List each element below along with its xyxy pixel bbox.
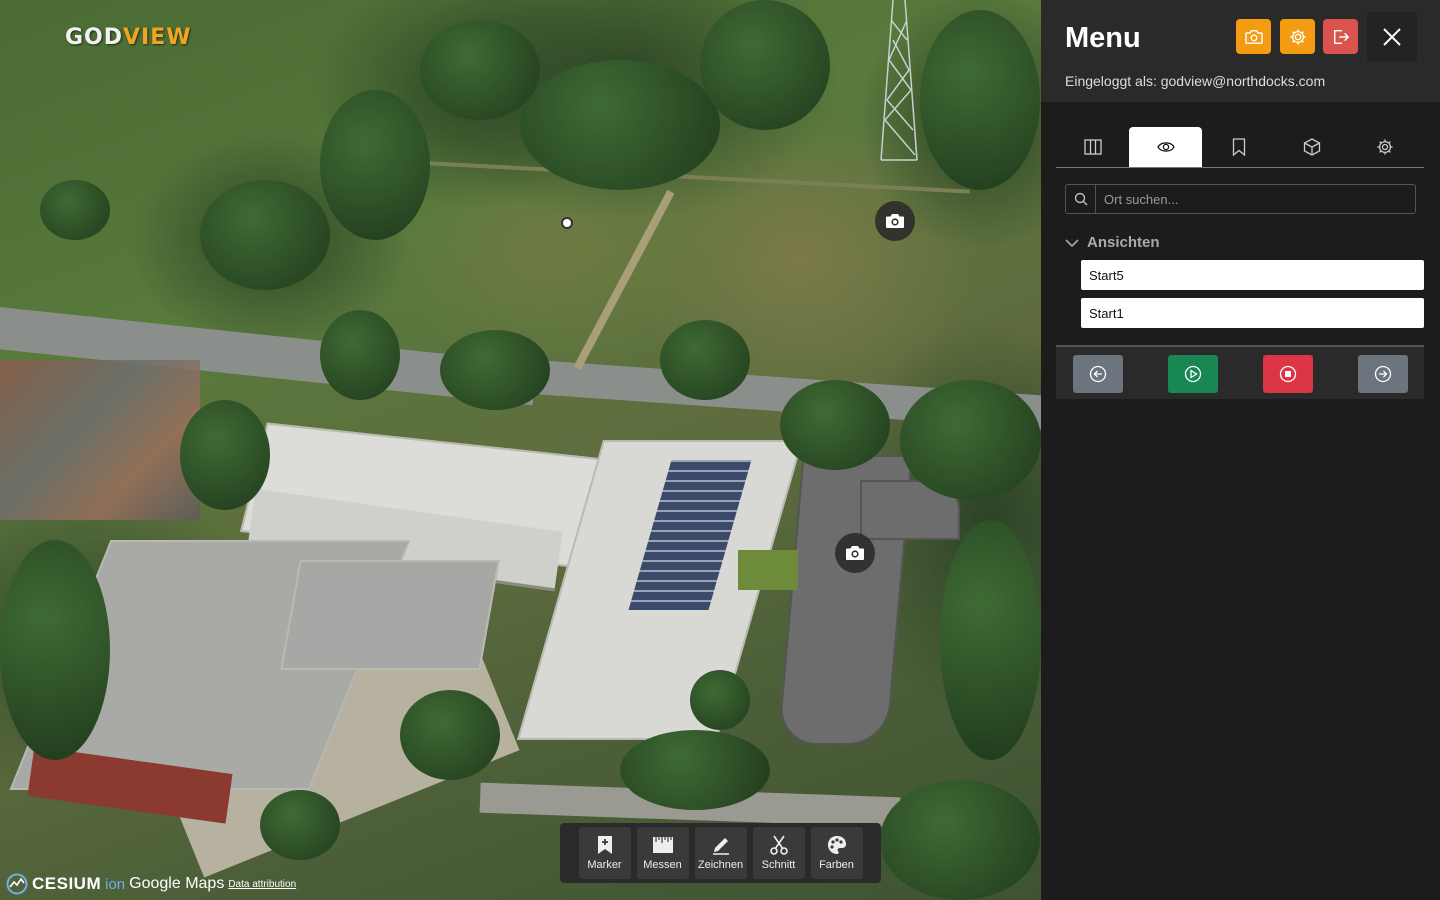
cube-icon <box>1303 138 1320 156</box>
tree <box>320 90 430 240</box>
logout-icon <box>1333 29 1349 44</box>
stop-circle-icon <box>1279 365 1297 383</box>
map-credits: CESIUM ion Google Maps Data attribution <box>6 873 296 895</box>
colors-tool-button[interactable]: Farben <box>810 827 863 879</box>
previous-view-button[interactable] <box>1073 355 1123 393</box>
cesium-logo-icon <box>6 873 28 895</box>
location-search <box>1065 184 1416 214</box>
tree <box>200 180 330 290</box>
tool-label: Zeichnen <box>697 859 744 871</box>
settings-button[interactable] <box>1280 19 1315 54</box>
screenshot-button[interactable] <box>1236 19 1271 54</box>
panel-header: Menu Eingeloggt als: godview@northdocks.… <box>1041 0 1440 102</box>
tab-settings[interactable] <box>1348 127 1421 167</box>
tree <box>180 400 270 510</box>
playback-controls <box>1056 345 1424 399</box>
pencil-icon <box>712 838 729 855</box>
tree <box>700 0 830 130</box>
logout-button[interactable] <box>1323 19 1358 54</box>
tree <box>40 180 110 240</box>
point-marker[interactable] <box>561 217 573 229</box>
search-input[interactable] <box>1096 185 1415 213</box>
tab-bookmarks[interactable] <box>1202 127 1275 167</box>
tool-label: Schnitt <box>761 859 796 871</box>
tool-label: Farben <box>819 859 854 871</box>
tree <box>880 780 1040 900</box>
tree <box>780 380 890 470</box>
tree <box>440 330 550 410</box>
camera-icon <box>1244 29 1263 44</box>
marker-tool-button[interactable]: Marker <box>578 827 631 879</box>
gear-icon <box>1376 139 1393 155</box>
bookmark-plus-icon <box>597 836 612 854</box>
data-attribution-link[interactable]: Data attribution <box>228 879 296 890</box>
green-roof <box>738 550 798 590</box>
close-button[interactable] <box>1367 12 1417 62</box>
arrow-right-circle-icon <box>1374 365 1392 383</box>
camera-icon <box>886 214 904 228</box>
view-item-label: Start1 <box>1089 305 1124 321</box>
tree <box>690 670 750 730</box>
search-icon-box <box>1066 185 1096 213</box>
power-tower <box>880 0 918 161</box>
play-button[interactable] <box>1168 355 1218 393</box>
logged-in-label: Eingeloggt als: godview@northdocks.com <box>1065 73 1326 89</box>
close-icon <box>1383 28 1401 46</box>
map-toolbar: Marker Messen Zeichnen Schnitt Farben <box>560 823 881 883</box>
view-item[interactable]: Start1 <box>1081 298 1424 328</box>
tree <box>320 310 400 400</box>
tree <box>260 790 340 860</box>
building <box>280 560 500 670</box>
chevron-down-icon <box>1065 238 1079 247</box>
arrow-left-circle-icon <box>1089 365 1107 383</box>
houses <box>0 360 200 520</box>
tree <box>400 690 500 780</box>
tree <box>940 520 1041 760</box>
tree <box>660 320 750 400</box>
eye-icon <box>1156 142 1175 152</box>
camera-icon <box>846 546 864 560</box>
stop-button[interactable] <box>1263 355 1313 393</box>
tree <box>620 730 770 810</box>
app-logo: GODVIEW <box>65 25 192 50</box>
tab-views[interactable] <box>1129 127 1202 167</box>
views-section-header[interactable]: Ansichten <box>1065 234 1160 251</box>
map-viewport[interactable]: GODVIEW Marker Messen Zeichnen Schnitt F… <box>0 0 1041 900</box>
panel-title: Menu <box>1065 22 1141 54</box>
panel-tabs <box>1056 127 1424 168</box>
google-maps-logo: Google Maps <box>129 875 225 892</box>
cesium-logo-text: CESIUM <box>32 874 102 893</box>
gear-icon <box>1289 28 1306 45</box>
bookmark-icon <box>1232 138 1245 156</box>
search-icon <box>1074 192 1087 206</box>
palette-icon <box>827 836 846 854</box>
camera-marker[interactable] <box>835 533 875 573</box>
ion-logo-text: ion <box>105 875 126 893</box>
tree <box>920 10 1040 190</box>
tab-layers[interactable] <box>1056 127 1129 167</box>
path <box>573 189 675 371</box>
view-item[interactable]: Start5 <box>1081 260 1424 290</box>
tree <box>900 380 1041 500</box>
side-panel: Menu Eingeloggt als: godview@northdocks.… <box>1041 0 1440 900</box>
tree <box>0 540 110 760</box>
measure-tool-button[interactable]: Messen <box>636 827 689 879</box>
draw-tool-button[interactable]: Zeichnen <box>694 827 747 879</box>
views-section-title: Ansichten <box>1087 234 1160 251</box>
ruler-icon <box>652 837 673 853</box>
view-item-label: Start5 <box>1089 267 1124 283</box>
next-view-button[interactable] <box>1358 355 1408 393</box>
tree <box>520 60 720 190</box>
scissors-icon <box>769 835 788 855</box>
tab-models[interactable] <box>1275 127 1348 167</box>
columns-icon <box>1083 139 1102 155</box>
tool-label: Marker <box>587 859 622 871</box>
play-circle-icon <box>1184 365 1202 383</box>
section-tool-button[interactable]: Schnitt <box>752 827 805 879</box>
tree <box>420 20 540 120</box>
tool-label: Messen <box>643 859 682 871</box>
camera-marker[interactable] <box>875 201 915 241</box>
